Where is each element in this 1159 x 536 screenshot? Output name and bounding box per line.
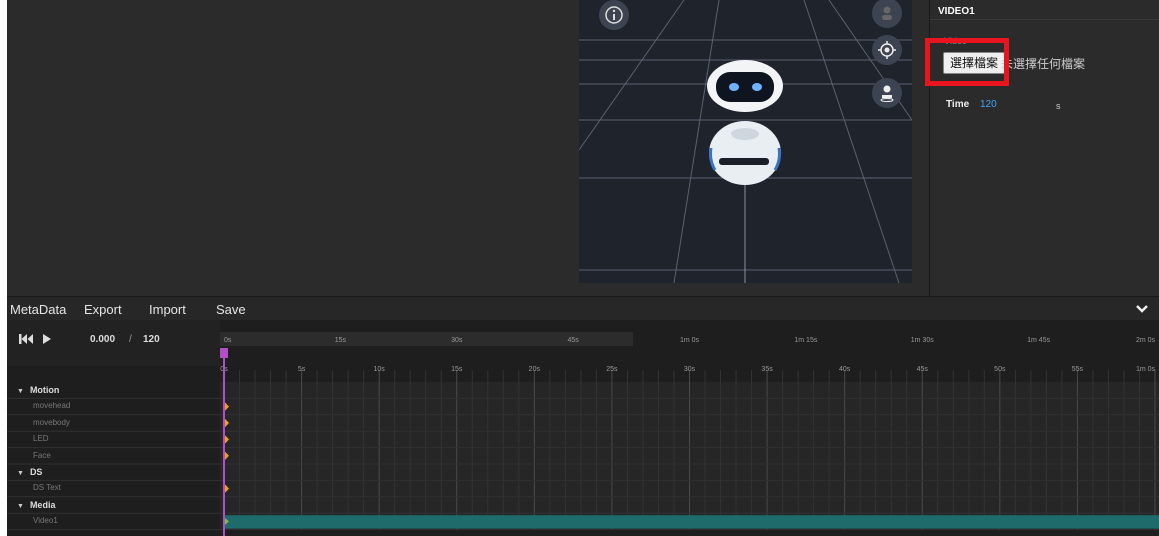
track-name: Face [33, 450, 51, 460]
divider [930, 19, 1159, 20]
timeline-panel: 0.000 / 120 0s 15s 30s 45s 1m 0s 1m 15s 1m 30s… [7, 320, 1159, 536]
track-label[interactable]: movehead [7, 398, 220, 414]
playhead-handle[interactable] [220, 348, 228, 358]
menu-import[interactable]: Import [149, 302, 186, 317]
properties-title: VIDEO1 [938, 6, 975, 17]
detail-tick-label: 50s [994, 366, 1006, 373]
track-name: Media [29, 499, 56, 510]
menu-bar: MetaData Export Import Save [7, 296, 1159, 320]
detail-tick-label: 5s [298, 366, 306, 373]
track-label[interactable]: Face [7, 448, 220, 464]
overview-tick-label: 2m 0s [1136, 337, 1156, 344]
chevron-down-icon[interactable] [1135, 303, 1149, 315]
overview-tick-label: 1m 15s [794, 337, 817, 344]
track-name: DS [29, 467, 43, 477]
detail-tick-label: 30s [684, 366, 696, 373]
overview-tick-label: 0s [224, 337, 232, 344]
overview-tick-label: 30s [451, 337, 463, 344]
track-name: LED [33, 434, 49, 444]
menu-export[interactable]: Export [84, 302, 122, 317]
detail-tick-label: 55s [1072, 366, 1084, 373]
caret-down-icon[interactable]: ▼ [17, 388, 24, 395]
track-group-label[interactable]: ▼ Media [7, 497, 220, 513]
caret-down-icon[interactable]: ▼ [17, 503, 24, 510]
track-name: DS Text [33, 483, 61, 493]
detail-tick-label: 45s [917, 366, 929, 373]
track-group-label[interactable]: ▼ Motion [7, 382, 220, 398]
track-label[interactable]: movebody [7, 415, 220, 431]
overview-tick-label: 1m 30s [911, 337, 934, 344]
track-label[interactable]: LED [7, 431, 220, 447]
track-name: movebody [33, 417, 70, 427]
detail-tick-label: 25s [606, 366, 618, 373]
detail-tick-label: 10s [374, 366, 386, 373]
track-name: Video1 [33, 516, 58, 526]
time-label: Time [946, 99, 970, 110]
track-label[interactable]: Video1 [7, 513, 220, 529]
detail-tick-label: 1m 0s [1136, 366, 1156, 373]
person-pin-icon[interactable] [872, 78, 902, 108]
target-icon[interactable] [872, 35, 902, 65]
track-label[interactable]: DS Text [7, 480, 220, 496]
overview-tick-label: 1m 45s [1027, 337, 1050, 344]
menu-metadata[interactable]: MetaData [10, 302, 66, 317]
detail-tick-label: 35s [761, 366, 773, 373]
overview-tick-label: 1m 0s [680, 337, 700, 344]
overview-tick-label: 15s [335, 337, 347, 344]
track-group-label[interactable]: ▼ DS [7, 464, 220, 480]
robot-3d-viewport[interactable] [579, 0, 912, 283]
track-name: movehead [33, 401, 71, 411]
menu-save[interactable]: Save [216, 302, 246, 317]
detail-tick-label: 15s [451, 366, 463, 373]
detail-tick-label: 20s [529, 366, 541, 373]
highlight-box [925, 38, 1009, 86]
caret-down-icon[interactable]: ▼ [17, 470, 24, 477]
time-value[interactable]: 120 [980, 99, 997, 110]
detail-tick-label: 40s [839, 366, 851, 373]
file-status-text: 未選擇任何檔案 [1001, 57, 1086, 71]
time-unit: s [1056, 101, 1061, 111]
track-name: Motion [29, 385, 60, 395]
zenbo-robot [707, 60, 783, 185]
info-icon[interactable] [599, 0, 629, 30]
overview-tick-label: 45s [567, 337, 579, 344]
media-clip-bar[interactable] [224, 515, 1159, 529]
